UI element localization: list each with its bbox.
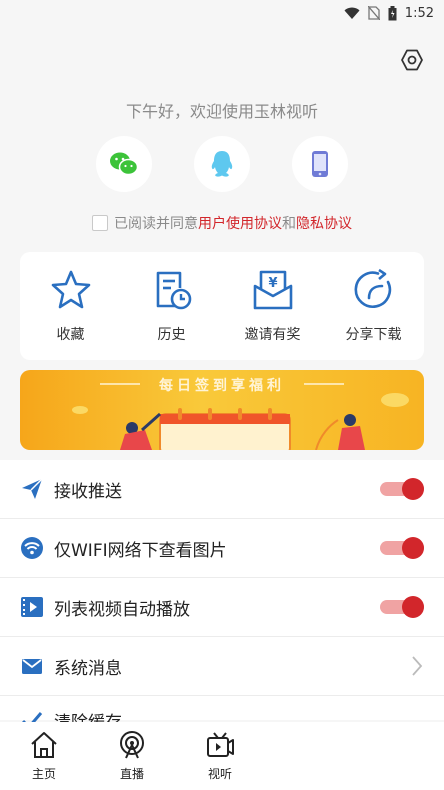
status-time: 1:52 — [404, 5, 434, 21]
agreement-prefix: 已阅读并同意 — [114, 216, 198, 232]
quick-action-favorites[interactable]: 收藏 — [27, 268, 115, 344]
greeting-text: 下午好，欢迎使用玉林视听 — [125, 102, 318, 121]
autoplay-video-toggle[interactable] — [380, 596, 424, 618]
nav-av[interactable]: 视听 — [176, 730, 264, 782]
agreement-and: 和 — [282, 216, 296, 232]
setting-wifi-images[interactable]: 仅WIFI网络下查看图片 — [0, 519, 444, 578]
star-icon — [51, 270, 90, 309]
quick-action-history[interactable]: 历史 — [128, 268, 216, 344]
setting-label: 列表视频自动播放 — [54, 599, 190, 620]
banner-illustration — [72, 383, 409, 450]
quick-action-label: 邀请有奖 — [244, 327, 301, 343]
live-broadcast-icon — [120, 731, 144, 759]
quick-action-label: 分享下载 — [345, 327, 402, 343]
setting-system-messages[interactable]: 系统消息 — [0, 637, 444, 696]
share-icon — [354, 268, 391, 308]
chevron-right-icon — [412, 656, 423, 676]
settings-list: 接收推送 仅WIFI网络下查看图片 列表视频自动播放 系统消息 — [0, 460, 444, 720]
wifi-circle-icon — [21, 537, 43, 559]
setting-autoplay-video[interactable]: 列表视频自动播放 — [0, 578, 444, 637]
nav-label: 视听 — [207, 767, 232, 781]
quick-actions-card: 收藏 历史 ¥ 邀请有奖 分享下载 — [20, 252, 424, 360]
wechat-login-button[interactable] — [96, 136, 152, 192]
nav-label: 主页 — [31, 767, 56, 781]
tv-play-icon — [207, 732, 234, 757]
settings-hex-icon — [401, 49, 423, 71]
phone-icon — [312, 151, 328, 177]
home-icon — [31, 732, 57, 758]
video-play-icon — [21, 597, 43, 617]
setting-receive-push[interactable]: 接收推送 — [0, 460, 444, 519]
no-sim-icon — [367, 6, 380, 20]
setting-label: 仅WIFI网络下查看图片 — [54, 540, 227, 561]
nav-live[interactable]: 直播 — [88, 730, 176, 782]
quick-action-invite[interactable]: ¥ 邀请有奖 — [229, 268, 317, 344]
wifi-icon — [344, 7, 360, 19]
wifi-images-toggle[interactable] — [380, 537, 424, 559]
nav-label: 直播 — [119, 767, 144, 781]
bottom-nav: 主页 直播 视听 — [0, 722, 444, 790]
quick-action-label: 历史 — [157, 327, 186, 343]
status-bar: 1:52 — [0, 0, 444, 26]
qq-login-button[interactable] — [194, 136, 250, 192]
checkin-banner[interactable]: 每日签到享福利 — [20, 370, 424, 450]
agreement-checkbox[interactable] — [92, 215, 108, 231]
history-icon — [156, 271, 191, 310]
invite-envelope-icon: ¥ — [253, 270, 292, 310]
battery-icon — [388, 5, 397, 20]
quick-action-share[interactable]: 分享下载 — [330, 268, 418, 344]
privacy-agreement-link[interactable]: 隐私协议 — [296, 216, 352, 232]
user-agreement-link[interactable]: 用户使用协议 — [198, 216, 282, 232]
settings-button[interactable] — [398, 46, 426, 74]
login-options — [0, 136, 444, 192]
svg-text:¥: ¥ — [268, 276, 277, 291]
nav-home[interactable]: 主页 — [0, 730, 88, 782]
setting-label: 接收推送 — [54, 481, 122, 502]
qq-icon — [211, 151, 233, 177]
mail-icon — [22, 659, 42, 674]
agreement-row: 已阅读并同意用户使用协议和隐私协议 — [0, 213, 444, 233]
send-icon — [22, 478, 43, 499]
quick-action-label: 收藏 — [56, 327, 85, 343]
setting-label: 系统消息 — [54, 658, 122, 679]
wechat-icon — [110, 152, 139, 176]
receive-push-toggle[interactable] — [380, 478, 424, 500]
phone-login-button[interactable] — [292, 136, 348, 192]
